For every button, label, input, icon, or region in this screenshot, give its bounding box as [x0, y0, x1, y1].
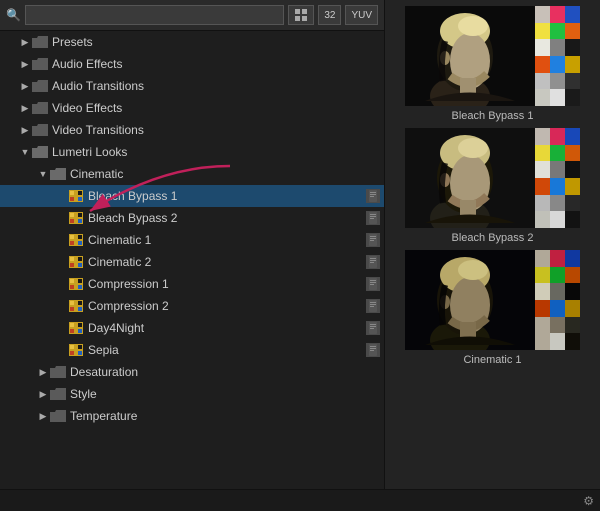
tree-item-video-transitions[interactable]: ▶ Video Transitions [0, 119, 384, 141]
folder-icon-audio-effects [32, 58, 48, 70]
lut-icon-comp2 [68, 299, 84, 313]
preview-card-bleach-bypass-2[interactable]: Bleach Bypass 2 [391, 128, 594, 244]
tree-item-style[interactable]: ▶ Style [0, 383, 384, 405]
folder-icon-cinematic [50, 168, 66, 180]
badge-sepia [366, 343, 380, 357]
preview-label-bb1: Bleach Bypass 1 [452, 110, 534, 122]
bitdepth-button[interactable]: 32 [318, 5, 341, 25]
lut-icon-c2 [68, 255, 84, 269]
folder-icon-lumetri-looks [32, 146, 48, 158]
arrow-icon-style: ▶ [36, 387, 50, 401]
tree-container[interactable]: ▶ Presets ▶ Audio Effects ▶ A [0, 31, 384, 489]
arrow-icon-video-transitions: ▶ [18, 123, 32, 137]
settings-icon[interactable]: ⚙ [583, 494, 594, 508]
tree-label-sepia: Sepia [88, 343, 362, 357]
toolbar-icons: 32 YUV [288, 5, 378, 25]
tree-label-video-transitions: Video Transitions [52, 123, 380, 137]
tree-item-cinematic[interactable]: ▼ Cinematic [0, 163, 384, 185]
folder-icon-style [50, 388, 66, 400]
folder-icon-audio-transitions [32, 80, 48, 92]
arrow-icon-lumetri-looks: ▼ [18, 145, 32, 159]
arrow-icon-cinematic: ▼ [36, 167, 50, 181]
tree-label-cinematic: Cinematic [70, 167, 380, 181]
badge-c2 [366, 255, 380, 269]
preview-card-bleach-bypass-1[interactable]: Bleach Bypass 1 [391, 6, 594, 122]
tree-item-desaturation[interactable]: ▶ Desaturation [0, 361, 384, 383]
preview-thumb-bb1 [405, 6, 580, 106]
yuv-button[interactable]: YUV [345, 5, 378, 25]
tree-item-temperature[interactable]: ▶ Temperature [0, 405, 384, 427]
search-bar: 🔍 32 YUV [0, 0, 384, 31]
tree-label-temperature: Temperature [70, 409, 380, 423]
arrow-icon-presets: ▶ [18, 35, 32, 49]
left-panel: 🔍 32 YUV ▶ Presets ▶ [0, 0, 385, 489]
preview-label-bb2: Bleach Bypass 2 [452, 232, 534, 244]
arrow-icon-audio-transitions: ▶ [18, 79, 32, 93]
color-chart-cinematic-1 [535, 250, 580, 350]
arrow-icon-audio-effects: ▶ [18, 57, 32, 71]
right-panel: Bleach Bypass 1 [385, 0, 600, 489]
tree-label-day4night: Day4Night [88, 321, 362, 335]
tree-item-presets[interactable]: ▶ Presets [0, 31, 384, 53]
tree-label-cinematic-1: Cinematic 1 [88, 233, 362, 247]
lut-icon-sepia [68, 343, 84, 357]
color-chart-bb1 [535, 6, 580, 106]
folder-icon-video-transitions [32, 124, 48, 136]
tree-item-audio-transitions[interactable]: ▶ Audio Transitions [0, 75, 384, 97]
tree-label-bleach-bypass-1: Bleach Bypass 1 [88, 189, 362, 203]
badge-comp1 [366, 277, 380, 291]
tree-item-compression-2[interactable]: ▶ Compression 2 [0, 295, 384, 317]
folder-icon-presets [32, 36, 48, 48]
color-chart-bb2 [535, 128, 580, 228]
tree-item-audio-effects[interactable]: ▶ Audio Effects [0, 53, 384, 75]
tree-label-desaturation: Desaturation [70, 365, 380, 379]
lut-icon-bb1 [68, 189, 84, 203]
arrow-icon-video-effects: ▶ [18, 101, 32, 115]
tree-item-bleach-bypass-1[interactable]: ▶ Bleach Bypass 1 [0, 185, 384, 207]
tree-label-audio-effects: Audio Effects [52, 57, 380, 71]
lut-icon-comp1 [68, 277, 84, 291]
preview-label-cinematic-1: Cinematic 1 [463, 354, 521, 366]
tree-label-style: Style [70, 387, 380, 401]
folder-icon-desaturation [50, 366, 66, 378]
search-input[interactable] [25, 5, 284, 25]
lut-icon-c1 [68, 233, 84, 247]
tree-item-lumetri-looks[interactable]: ▼ Lumetri Looks [0, 141, 384, 163]
tree-item-bleach-bypass-2[interactable]: ▶ Bleach Bypass 2 [0, 207, 384, 229]
search-icon: 🔍 [6, 8, 21, 22]
tree-label-video-effects: Video Effects [52, 101, 380, 115]
badge-bb2 [366, 211, 380, 225]
folder-icon-temperature [50, 410, 66, 422]
tree-label-lumetri-looks: Lumetri Looks [52, 145, 380, 159]
tree-item-cinematic-2[interactable]: ▶ Cinematic 2 [0, 251, 384, 273]
lut-icon-bb2 [68, 211, 84, 225]
tree-label-audio-transitions: Audio Transitions [52, 79, 380, 93]
tree-item-compression-1[interactable]: ▶ Compression 1 [0, 273, 384, 295]
badge-comp2 [366, 299, 380, 313]
folder-icon-video-effects [32, 102, 48, 114]
preview-thumb-cinematic-1 [405, 250, 580, 350]
arrow-icon-desaturation: ▶ [36, 365, 50, 379]
badge-bb1 [366, 189, 380, 203]
tree-label-compression-2: Compression 2 [88, 299, 362, 313]
tree-label-bleach-bypass-2: Bleach Bypass 2 [88, 211, 362, 225]
tree-label-cinematic-2: Cinematic 2 [88, 255, 362, 269]
badge-c1 [366, 233, 380, 247]
tree-label-compression-1: Compression 1 [88, 277, 362, 291]
tree-item-cinematic-1[interactable]: ▶ Cinematic 1 [0, 229, 384, 251]
tree-item-video-effects[interactable]: ▶ Video Effects [0, 97, 384, 119]
arrow-icon-temperature: ▶ [36, 409, 50, 423]
bottom-bar: ⚙ [0, 489, 600, 511]
preview-thumb-bb2 [405, 128, 580, 228]
badge-d4n [366, 321, 380, 335]
lut-icon-d4n [68, 321, 84, 335]
tree-item-sepia[interactable]: ▶ Sepia [0, 339, 384, 361]
tree-label-presets: Presets [52, 35, 380, 49]
preview-card-cinematic-1[interactable]: Cinematic 1 [391, 250, 594, 366]
main-container: 🔍 32 YUV ▶ Presets ▶ [0, 0, 600, 489]
presets-button[interactable] [288, 5, 314, 25]
tree-item-day4night[interactable]: ▶ Day4Night [0, 317, 384, 339]
